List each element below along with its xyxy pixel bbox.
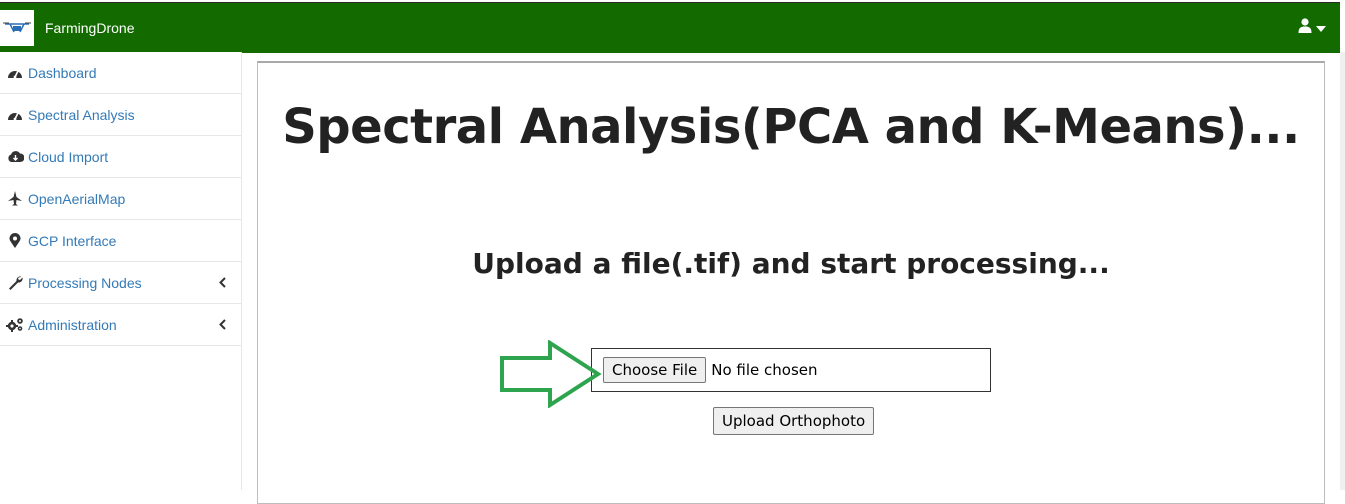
file-status-text: No file chosen	[711, 361, 818, 379]
user-icon	[1298, 18, 1312, 38]
sidebar-item-spectral-analysis[interactable]: Spectral Analysis	[0, 94, 241, 136]
sidebar-item-label: OpenAerialMap	[28, 190, 126, 207]
brand-title[interactable]: FarmingDrone	[45, 3, 134, 53]
sidebar-item-label: Cloud Import	[28, 148, 109, 165]
sidebar-item-label: Dashboard	[28, 64, 97, 81]
tachometer-icon	[6, 65, 24, 81]
cloud-download-icon	[6, 149, 24, 165]
cogs-icon	[6, 317, 24, 333]
sidebar-item-label: GCP Interface	[28, 232, 117, 249]
sidebar-item-label: Processing Nodes	[28, 274, 142, 291]
caret-down-icon	[1316, 19, 1326, 37]
choose-file-button[interactable]: Choose File	[603, 357, 707, 383]
tachometer-icon	[6, 107, 24, 123]
sidebar-item-label: Spectral Analysis	[28, 106, 135, 123]
sidebar-item-gcp-interface[interactable]: GCP Interface	[0, 220, 241, 262]
upload-orthophoto-button[interactable]: Upload Orthophoto	[713, 407, 875, 435]
sidebar-item-administration[interactable]: Administration	[0, 304, 241, 346]
wrench-icon	[6, 275, 24, 291]
sidebar-item-processing-nodes[interactable]: Processing Nodes	[0, 262, 241, 304]
sidebar-item-label: Administration	[28, 316, 117, 333]
chevron-left-icon[interactable]	[219, 277, 227, 289]
map-marker-icon	[6, 233, 24, 249]
plane-icon	[6, 191, 24, 207]
file-input[interactable]: Choose File No file chosen	[591, 348, 991, 392]
top-navbar: FarmingDrone	[0, 2, 1340, 53]
sidebar-item-dashboard[interactable]: Dashboard	[0, 52, 241, 94]
content-panel: Spectral Analysis(PCA and K-Means)... Up…	[257, 61, 1325, 504]
sidebar-item-openaerialmap[interactable]: OpenAerialMap	[0, 178, 241, 220]
user-menu[interactable]	[1298, 3, 1326, 53]
chevron-left-icon[interactable]	[219, 319, 227, 331]
arrow-right-icon	[500, 340, 602, 408]
scrollbar[interactable]	[1340, 52, 1345, 490]
page-subtitle: Upload a file(.tif) and start processing…	[472, 247, 1110, 280]
page-title: Spectral Analysis(PCA and K-Means)...	[282, 99, 1300, 155]
sidebar-item-cloud-import[interactable]: Cloud Import	[0, 136, 241, 178]
sidebar: Dashboard Spectral Analysis Cloud Import…	[0, 52, 242, 490]
drone-logo-icon[interactable]	[0, 10, 34, 46]
